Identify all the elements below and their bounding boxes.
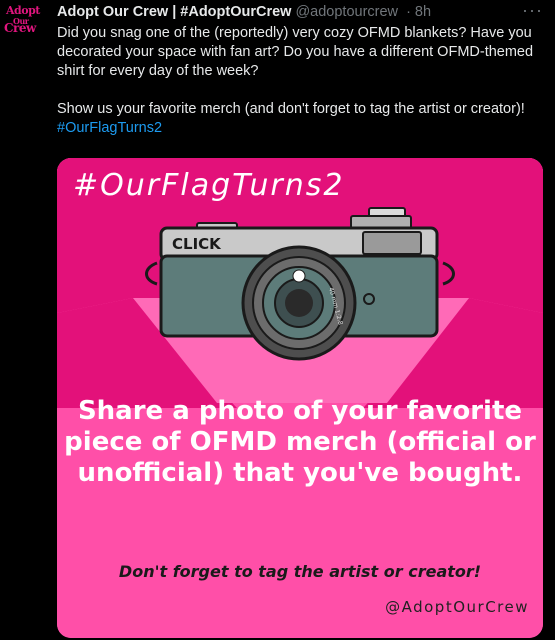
display-name[interactable]: Adopt Our Crew | #AdoptOurCrew: [57, 4, 291, 20]
tweet-paragraph: Did you snag one of the (reportedly) ver…: [57, 25, 534, 79]
tweet[interactable]: Adopt Our Crew Adopt Our Crew | #AdoptOu…: [0, 0, 555, 640]
image-hashtag: #OurFlagTurns2: [73, 168, 345, 203]
camera-label: CLICK: [172, 235, 222, 253]
handle[interactable]: @adoptourcrew: [295, 4, 398, 20]
timestamp[interactable]: · 8h: [406, 4, 431, 20]
tweet-header: Adopt Our Crew | #AdoptOurCrew @adoptourc…: [57, 0, 547, 24]
tweet-text: Did you snag one of the (reportedly) ver…: [57, 24, 545, 138]
tweet-image[interactable]: CLICK 40 mm 1:2.8 #OurFlagTurns2 Share a…: [57, 158, 543, 638]
image-credit: @AdoptOurCrew: [385, 598, 529, 616]
hashtag-link[interactable]: #OurFlagTurns2: [57, 120, 162, 136]
image-cta: Don't forget to tag the artist or creato…: [118, 562, 482, 581]
image-message: Share a photo of your favorite piece of …: [64, 396, 536, 488]
more-dots-icon[interactable]: ···: [522, 0, 543, 21]
tweet-paragraph: Show us your favorite merch (and don't f…: [57, 101, 525, 117]
avatar[interactable]: Adopt Our Crew: [4, 5, 48, 50]
